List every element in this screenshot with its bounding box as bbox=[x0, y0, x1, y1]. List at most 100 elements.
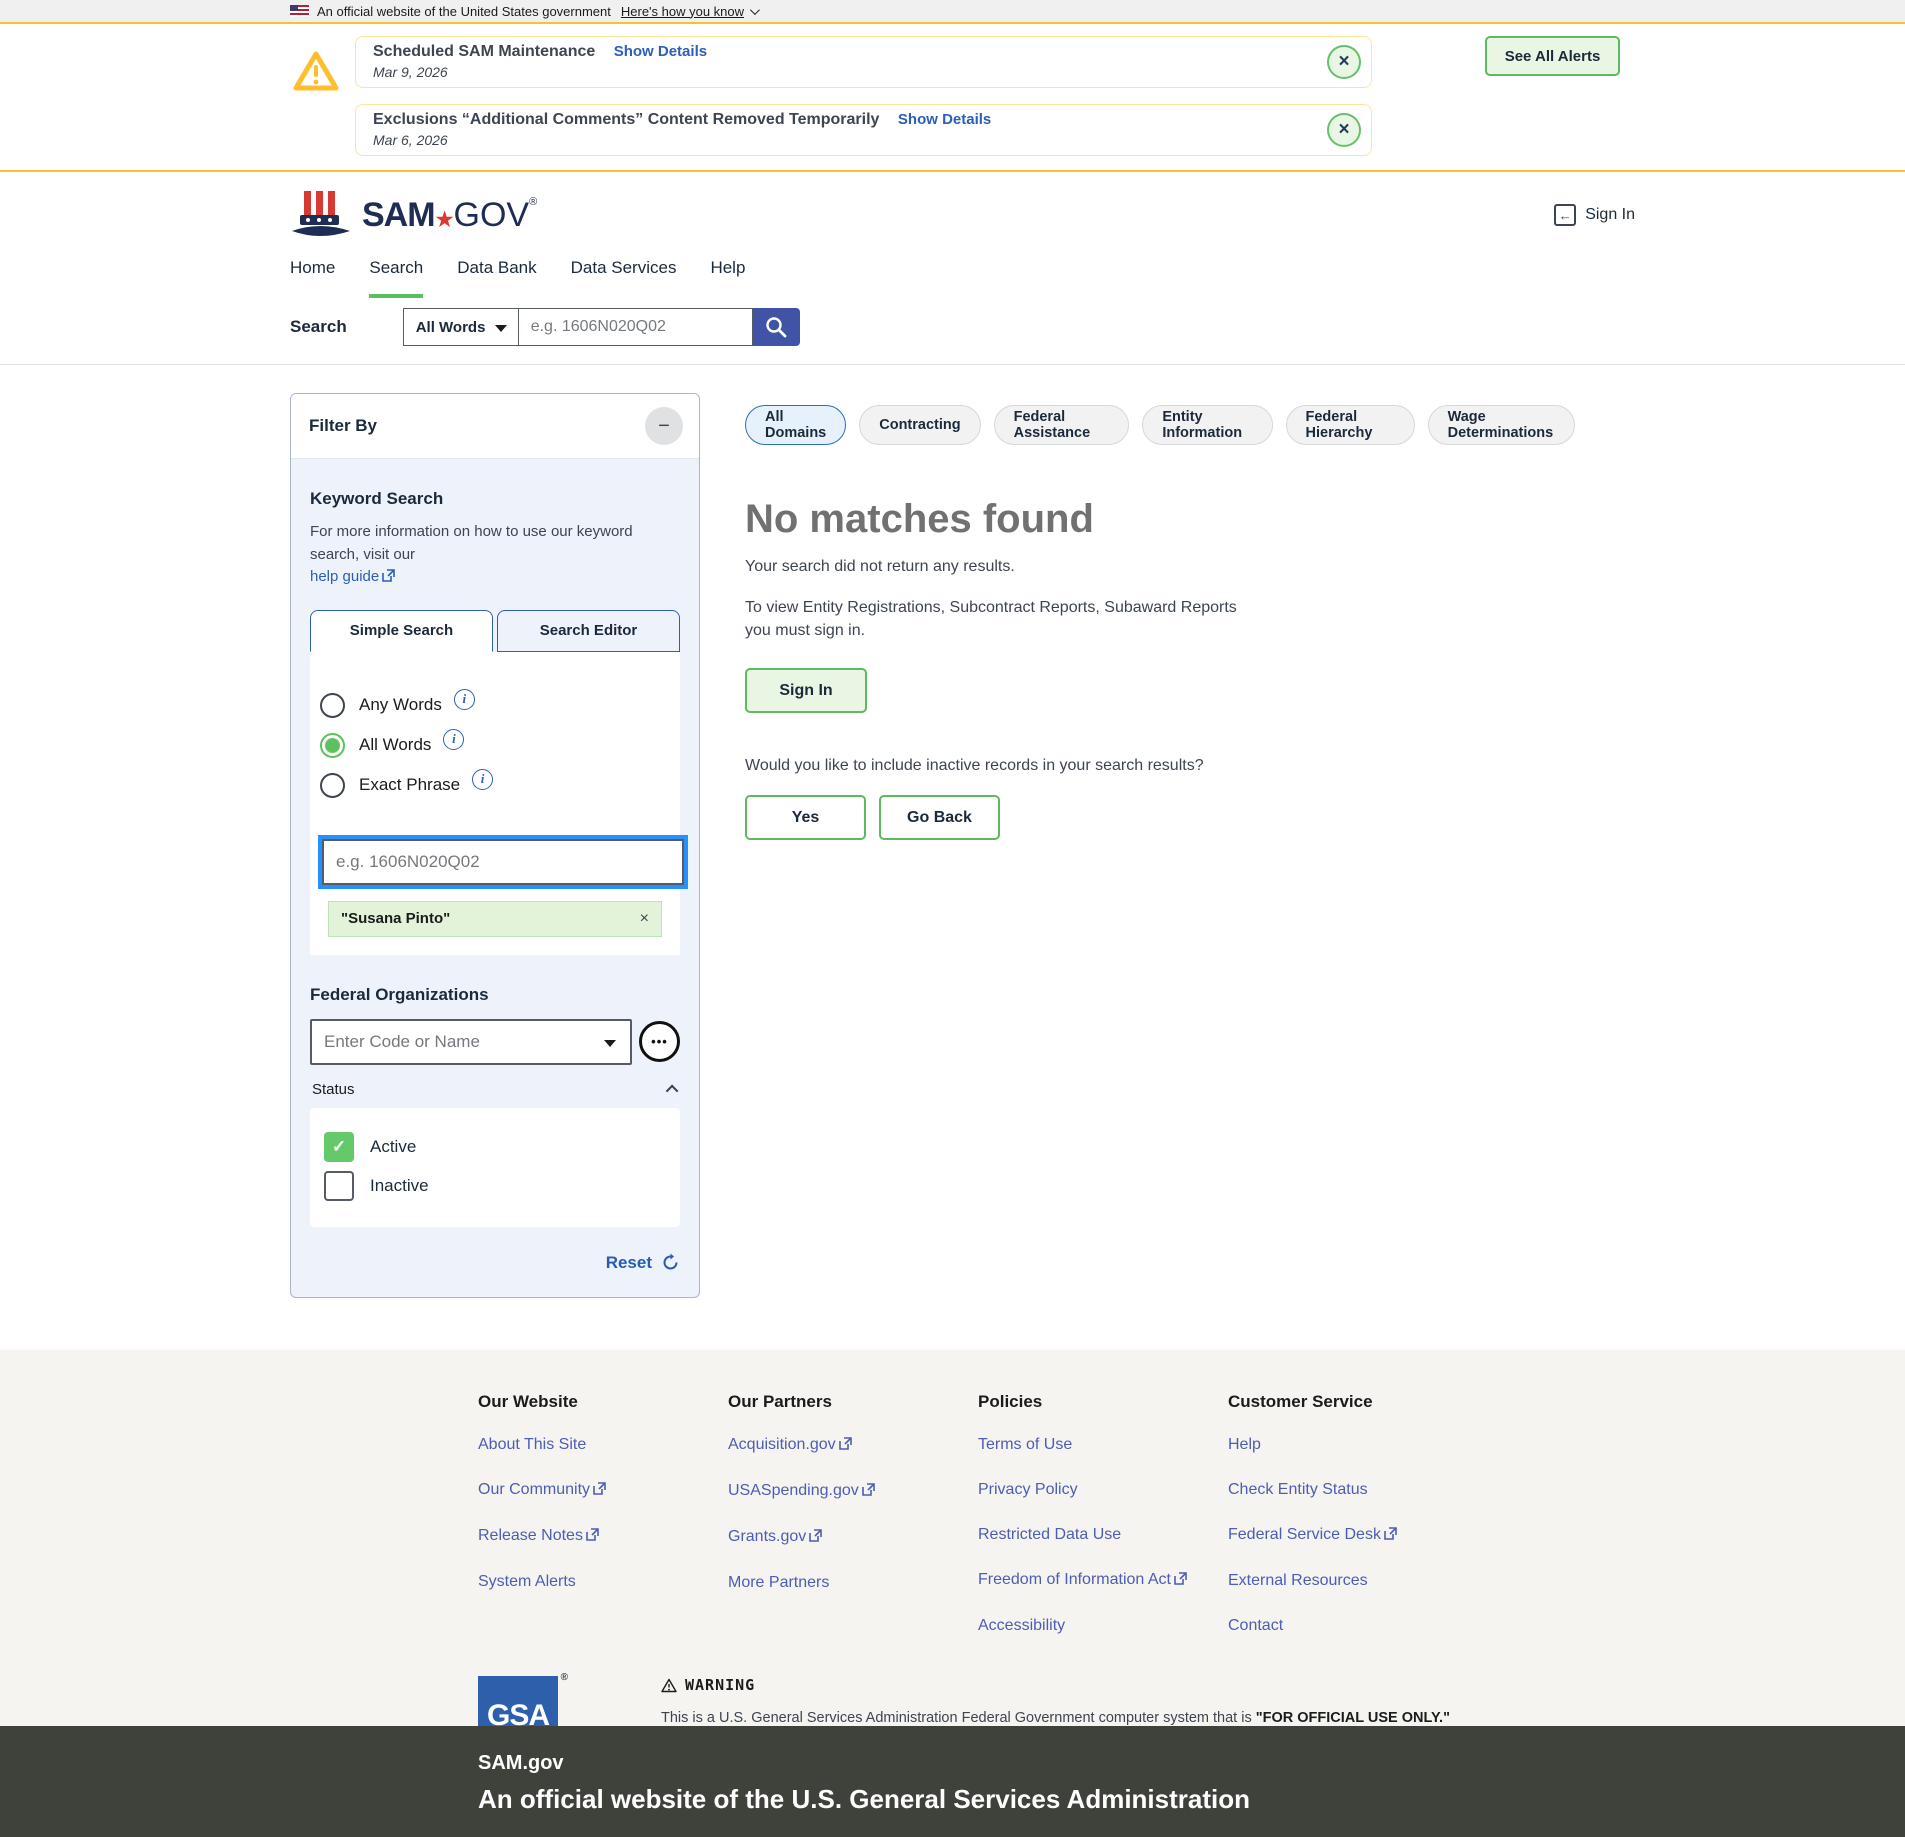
sam-gov-logo[interactable]: SAM★GOV® bbox=[290, 189, 536, 241]
nav-item-search[interactable]: Search bbox=[369, 258, 423, 298]
chevron-up-icon bbox=[666, 1084, 679, 1097]
footer-link-help[interactable]: Help bbox=[1228, 1436, 1478, 1454]
site-header: SAM★GOV® ← Sign In bbox=[0, 172, 1905, 258]
search-label: Search bbox=[290, 317, 347, 337]
chip-all-domains[interactable]: All Domains bbox=[745, 405, 846, 445]
chip-federal-assistance[interactable]: Federal Assistance bbox=[994, 405, 1130, 445]
sign-in-button[interactable]: Sign In bbox=[745, 668, 867, 713]
bottom-bar-site-name: SAM.gov bbox=[478, 1752, 1905, 1775]
search-mode-value: All Words bbox=[416, 319, 486, 336]
how-you-know-link[interactable]: Here's how you know bbox=[621, 4, 744, 19]
radio-row-any-words[interactable]: Any Words i bbox=[320, 693, 670, 718]
footer-link-acquisition-gov[interactable]: Acquisition.gov bbox=[728, 1436, 978, 1455]
tab-search-editor[interactable]: Search Editor bbox=[497, 610, 680, 652]
external-link-icon bbox=[382, 567, 395, 590]
radio-label: All Words bbox=[359, 735, 431, 755]
close-icon: × bbox=[1338, 119, 1349, 141]
nav-item-data-bank[interactable]: Data Bank bbox=[457, 258, 536, 298]
warning-icon bbox=[661, 1678, 677, 1693]
info-icon[interactable]: i bbox=[443, 729, 464, 750]
no-matches-heading: No matches found bbox=[745, 497, 1575, 542]
federal-org-placeholder: Enter Code or Name bbox=[324, 1032, 480, 1052]
footer-link-usaspending-gov[interactable]: USASpending.gov bbox=[728, 1482, 978, 1501]
sign-in-label: Sign In bbox=[1585, 206, 1635, 224]
status-option-active[interactable]: ✓ Active bbox=[324, 1132, 666, 1162]
footer-link-privacy-policy[interactable]: Privacy Policy bbox=[978, 1481, 1228, 1499]
federal-org-select[interactable]: Enter Code or Name bbox=[310, 1019, 632, 1065]
chip-federal-hierarchy[interactable]: Federal Hierarchy bbox=[1286, 405, 1415, 445]
checkbox-active[interactable]: ✓ bbox=[324, 1132, 354, 1162]
nav-item-help[interactable]: Help bbox=[710, 258, 745, 298]
status-header[interactable]: Status bbox=[310, 1081, 680, 1098]
footer-link-about-this-site[interactable]: About This Site bbox=[478, 1436, 728, 1454]
footer-link-accessibility[interactable]: Accessibility bbox=[978, 1617, 1228, 1635]
footer-link-release-notes[interactable]: Release Notes bbox=[478, 1527, 728, 1546]
go-back-button[interactable]: Go Back bbox=[879, 795, 1000, 840]
footer-link-more-partners[interactable]: More Partners bbox=[728, 1574, 978, 1592]
alert-close-button[interactable]: × bbox=[1327, 45, 1361, 79]
footer-link-contact[interactable]: Contact bbox=[1228, 1617, 1478, 1635]
footer-link-check-entity-status[interactable]: Check Entity Status bbox=[1228, 1481, 1478, 1499]
page: An official website of the United States… bbox=[0, 0, 1905, 1837]
footer-link-grants-gov[interactable]: Grants.gov bbox=[728, 1528, 978, 1547]
checkbox-inactive[interactable] bbox=[324, 1171, 354, 1201]
more-org-options-button[interactable]: ••• bbox=[639, 1021, 680, 1062]
radio-all-words[interactable] bbox=[320, 733, 345, 758]
refresh-icon[interactable] bbox=[661, 1253, 680, 1272]
search-button[interactable] bbox=[753, 308, 800, 346]
footer-col-title: Customer Service bbox=[1228, 1392, 1478, 1412]
filter-body: Keyword Search For more information on h… bbox=[291, 489, 699, 1297]
warning-title: WARNING bbox=[661, 1676, 1451, 1694]
chip-wage-determinations[interactable]: Wage Determinations bbox=[1428, 405, 1575, 445]
question-buttons: Yes Go Back bbox=[745, 795, 1575, 840]
brand-text: SAM★GOV® bbox=[362, 196, 536, 235]
search-bar: Search All Words bbox=[0, 298, 1905, 365]
tab-simple-search[interactable]: Simple Search bbox=[310, 610, 493, 652]
remove-tag-icon[interactable]: × bbox=[640, 910, 649, 928]
footer-link-restricted-data-use[interactable]: Restricted Data Use bbox=[978, 1526, 1228, 1544]
yes-button[interactable]: Yes bbox=[745, 795, 866, 840]
show-details-link[interactable]: Show Details bbox=[614, 43, 707, 60]
nav-item-data-services[interactable]: Data Services bbox=[571, 258, 677, 298]
header-sign-in[interactable]: ← Sign In bbox=[1554, 204, 1635, 226]
footer-link-foia[interactable]: Freedom of Information Act bbox=[978, 1571, 1228, 1590]
search-icon bbox=[764, 315, 788, 339]
collapse-filters-button[interactable]: − bbox=[645, 407, 683, 445]
footer-col-title: Our Website bbox=[478, 1392, 728, 1412]
info-icon[interactable]: i bbox=[454, 689, 475, 710]
help-guide-link[interactable]: help guide bbox=[310, 568, 379, 585]
minus-icon: − bbox=[658, 415, 670, 437]
alert-card: Scheduled SAM Maintenance Show Details M… bbox=[355, 36, 1372, 88]
bottom-bar: SAM.gov An official website of the U.S. … bbox=[0, 1726, 1905, 1837]
external-link-icon bbox=[1174, 1572, 1187, 1590]
inactive-records-question: Would you like to include inactive recor… bbox=[745, 757, 1575, 775]
radio-row-all-words[interactable]: All Words i bbox=[320, 733, 670, 758]
footer-link-our-community[interactable]: Our Community bbox=[478, 1481, 728, 1500]
radio-exact-phrase[interactable] bbox=[320, 773, 345, 798]
radio-row-exact-phrase[interactable]: Exact Phrase i bbox=[320, 773, 670, 798]
footer-link-system-alerts[interactable]: System Alerts bbox=[478, 1573, 728, 1591]
search-input[interactable] bbox=[519, 308, 753, 346]
gov-banner: An official website of the United States… bbox=[0, 0, 1905, 24]
status-option-inactive[interactable]: Inactive bbox=[324, 1171, 666, 1201]
info-icon[interactable]: i bbox=[472, 769, 493, 790]
keyword-search-info: For more information on how to use our k… bbox=[310, 521, 680, 590]
gov-banner-text: An official website of the United States… bbox=[317, 4, 611, 19]
radio-any-words[interactable] bbox=[320, 693, 345, 718]
keyword-input[interactable] bbox=[322, 839, 684, 885]
no-results-message: Your search did not return any results. bbox=[745, 558, 1575, 576]
alert-close-button[interactable]: × bbox=[1327, 113, 1361, 147]
footer-col-title: Our Partners bbox=[728, 1392, 978, 1412]
footer-link-federal-service-desk[interactable]: Federal Service Desk bbox=[1228, 1526, 1478, 1545]
chip-contracting[interactable]: Contracting bbox=[859, 405, 980, 445]
footer: Our Website About This Site Our Communit… bbox=[0, 1350, 1905, 1726]
footer-link-terms-of-use[interactable]: Terms of Use bbox=[978, 1436, 1228, 1454]
us-flag-icon bbox=[290, 5, 309, 17]
show-details-link[interactable]: Show Details bbox=[898, 111, 991, 128]
see-all-alerts-button[interactable]: See All Alerts bbox=[1485, 36, 1620, 76]
search-mode-select[interactable]: All Words bbox=[403, 308, 519, 346]
footer-link-external-resources[interactable]: External Resources bbox=[1228, 1572, 1478, 1590]
chip-entity-information[interactable]: Entity Information bbox=[1142, 405, 1272, 445]
nav-item-home[interactable]: Home bbox=[290, 258, 335, 298]
reset-link[interactable]: Reset bbox=[606, 1253, 652, 1273]
